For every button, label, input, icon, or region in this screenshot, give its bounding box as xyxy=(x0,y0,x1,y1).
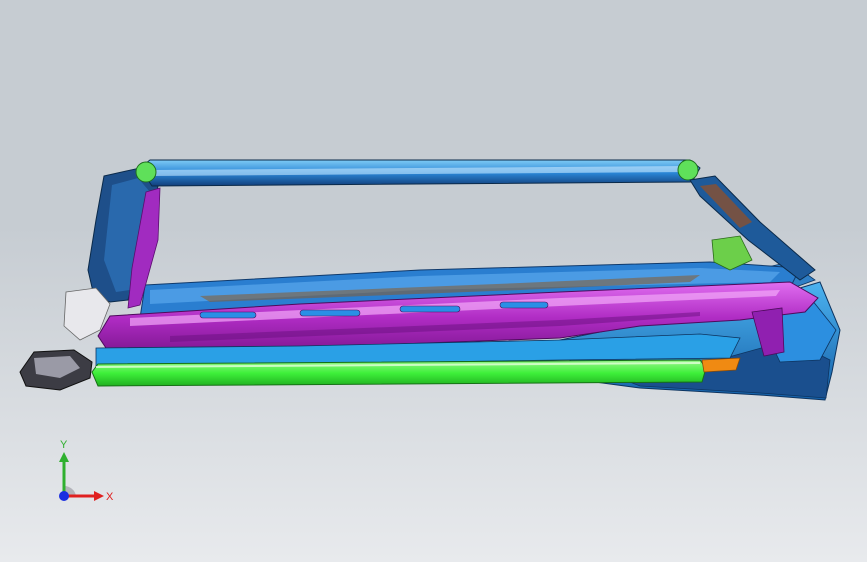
y-axis-arrowhead xyxy=(59,452,69,462)
roof-rail[interactable] xyxy=(135,159,701,187)
front-lower-bracket[interactable] xyxy=(19,349,93,391)
z-axis-dot xyxy=(59,491,69,501)
x-axis-label: X xyxy=(106,491,114,503)
cad-model[interactable] xyxy=(0,0,867,562)
reference-triad: Y X xyxy=(40,438,120,510)
x-axis-arrowhead xyxy=(94,491,104,501)
graphics-viewport[interactable]: Y X xyxy=(0,0,867,562)
triad-graphic: Y X xyxy=(59,439,114,503)
y-axis-label: Y xyxy=(60,439,68,451)
